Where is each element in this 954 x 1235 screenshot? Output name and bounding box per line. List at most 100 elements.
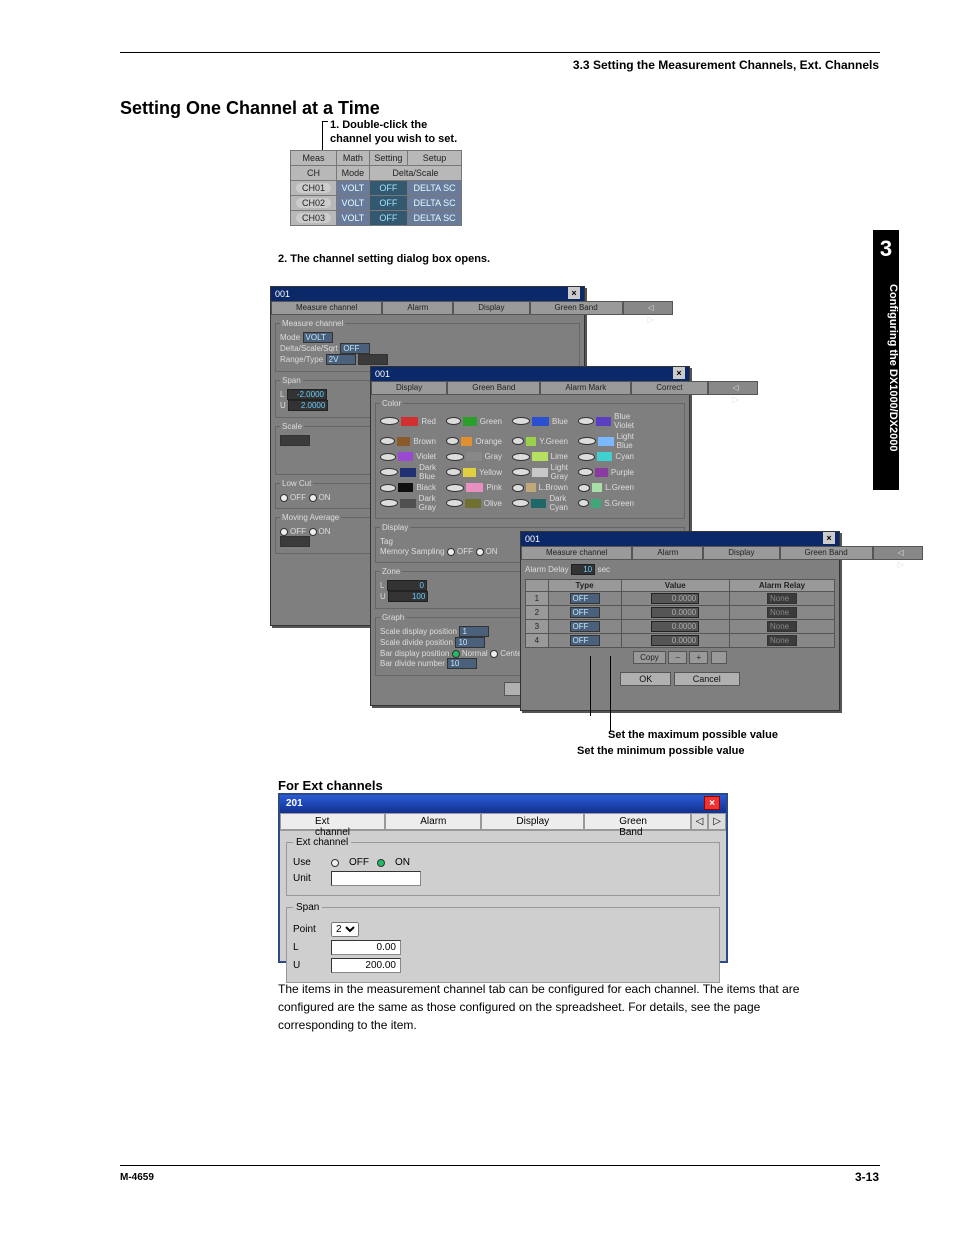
zone-u-value[interactable]: 100 — [388, 591, 428, 602]
use-off-radio[interactable] — [331, 859, 339, 867]
color-option[interactable]: Light Blue — [578, 432, 634, 450]
mavg-sel[interactable] — [280, 536, 310, 547]
color-option[interactable]: L.Green — [578, 483, 634, 492]
zone-l-value[interactable]: 0 — [387, 580, 427, 591]
dss-select[interactable]: OFF — [340, 343, 370, 354]
color-option[interactable]: Y.Green — [512, 432, 568, 450]
ext-l-value[interactable]: 0.00 — [331, 940, 401, 955]
color-option[interactable]: Cyan — [578, 452, 634, 461]
span-u-value[interactable]: 2.0000 — [288, 400, 328, 411]
tab-greenband[interactable]: Green Band — [447, 381, 540, 395]
mode-cell[interactable]: VOLT — [337, 211, 370, 226]
type-cell[interactable]: OFF — [548, 592, 621, 606]
tab-correct[interactable]: Correct — [631, 381, 707, 395]
mode-cell[interactable]: VOLT — [337, 196, 370, 211]
value-cell[interactable]: 0.0000 — [621, 592, 729, 606]
color-option[interactable]: Pink — [446, 483, 502, 492]
value-cell[interactable]: 0.0000 — [621, 620, 729, 634]
color-option[interactable]: Blue — [512, 412, 568, 430]
mavg-on-radio[interactable] — [309, 528, 317, 536]
sdp-select[interactable]: 1 — [459, 626, 489, 637]
ch-pill[interactable]: CH03 — [296, 213, 331, 223]
color-option[interactable]: Red — [380, 412, 436, 430]
color-option[interactable]: Lime — [512, 452, 568, 461]
cancel-button[interactable]: Cancel — [674, 672, 740, 686]
use-on-radio[interactable] — [377, 859, 385, 867]
paste-button[interactable] — [711, 651, 727, 664]
tab-measure[interactable]: Measure channel — [521, 546, 632, 560]
type-cell[interactable]: OFF — [548, 620, 621, 634]
ms-off-radio[interactable] — [447, 548, 455, 556]
copy-button[interactable]: Copy — [633, 651, 666, 664]
value-cell[interactable]: 0.0000 — [621, 606, 729, 620]
relay-cell[interactable]: None — [729, 620, 834, 634]
point-select[interactable]: 2 — [331, 922, 359, 937]
type-cell[interactable]: OFF — [548, 634, 621, 648]
span-l-value[interactable]: -2.0000 — [287, 389, 327, 400]
ok-button[interactable]: OK — [620, 672, 671, 686]
tab-display[interactable]: Display — [703, 546, 779, 560]
tab-greenband[interactable]: Green Band — [780, 546, 873, 560]
color-option[interactable]: Purple — [578, 463, 634, 481]
color-option[interactable]: Dark Gray — [380, 494, 436, 512]
off-cell[interactable]: OFF — [369, 181, 407, 196]
mode-cell[interactable]: VOLT — [337, 181, 370, 196]
sdiv-select[interactable]: 10 — [455, 637, 485, 648]
tab-measure[interactable]: Measure channel — [271, 301, 382, 315]
mode-select[interactable]: VOLT — [303, 332, 333, 343]
type-cell[interactable]: OFF — [548, 606, 621, 620]
lowcut-on-radio[interactable] — [309, 494, 317, 502]
titlebar[interactable]: 201 × — [280, 795, 726, 813]
off-cell[interactable]: OFF — [369, 196, 407, 211]
tab-nav-arrows[interactable]: ◁ ▷ — [873, 546, 923, 560]
color-option[interactable]: Yellow — [446, 463, 502, 481]
color-option[interactable]: S.Green — [578, 494, 634, 512]
color-option[interactable]: Violet — [380, 452, 436, 461]
ms-on-radio[interactable] — [476, 548, 484, 556]
color-option[interactable]: Orange — [446, 432, 502, 450]
color-option[interactable]: L.Brown — [512, 483, 568, 492]
color-option[interactable]: Green — [446, 412, 502, 430]
tab-greenband[interactable]: Green Band — [584, 813, 690, 830]
tab-nav-arrows[interactable]: ◁ ▷ — [623, 301, 673, 315]
bdn-select[interactable]: 10 — [447, 658, 477, 669]
color-option[interactable]: Dark Cyan — [512, 494, 568, 512]
tab-nav-prev[interactable]: ◁ — [691, 813, 709, 830]
close-icon[interactable]: × — [568, 287, 580, 299]
bdp-center-radio[interactable] — [490, 650, 498, 658]
tab-nav-arrows[interactable]: ◁ ▷ — [708, 381, 758, 395]
titlebar[interactable]: 001 × — [521, 532, 839, 546]
tab-alarm[interactable]: Alarm — [382, 301, 453, 315]
color-option[interactable]: Brown — [380, 432, 436, 450]
close-icon[interactable]: × — [704, 796, 720, 810]
tab-alarm[interactable]: Alarm — [385, 813, 481, 830]
rt-select[interactable]: 2V — [326, 354, 356, 365]
lowcut-off-radio[interactable] — [280, 494, 288, 502]
grid-row[interactable]: CH01 VOLT OFF DELTA SC — [291, 181, 462, 196]
tab-display[interactable]: Display — [371, 381, 447, 395]
close-icon[interactable]: × — [823, 532, 835, 544]
plus-button[interactable]: + — [689, 651, 708, 664]
ds-cell[interactable]: DELTA SC — [408, 211, 462, 226]
ds-cell[interactable]: DELTA SC — [408, 181, 462, 196]
value-cell[interactable]: 0.0000 — [621, 634, 729, 648]
tab-nav-next[interactable]: ▷ — [708, 813, 726, 830]
tab-greenband[interactable]: Green Band — [530, 301, 623, 315]
titlebar[interactable]: 001 × — [371, 367, 689, 381]
scale-sel[interactable] — [280, 435, 310, 446]
off-cell[interactable]: OFF — [369, 211, 407, 226]
close-icon[interactable]: × — [673, 367, 685, 379]
rt-select2[interactable] — [358, 354, 388, 365]
tab-alarm[interactable]: Alarm — [632, 546, 703, 560]
ch-pill[interactable]: CH02 — [296, 198, 331, 208]
tab-ext[interactable]: Ext channel — [280, 813, 385, 830]
relay-cell[interactable]: None — [729, 592, 834, 606]
ch-pill[interactable]: CH01 — [296, 183, 331, 193]
mavg-off-radio[interactable] — [280, 528, 288, 536]
delay-value[interactable]: 10 — [571, 564, 595, 575]
relay-cell[interactable]: None — [729, 634, 834, 648]
color-option[interactable]: Gray — [446, 452, 502, 461]
titlebar[interactable]: 001 × — [271, 287, 584, 301]
ds-cell[interactable]: DELTA SC — [408, 196, 462, 211]
color-option[interactable]: Light Gray — [512, 463, 568, 481]
